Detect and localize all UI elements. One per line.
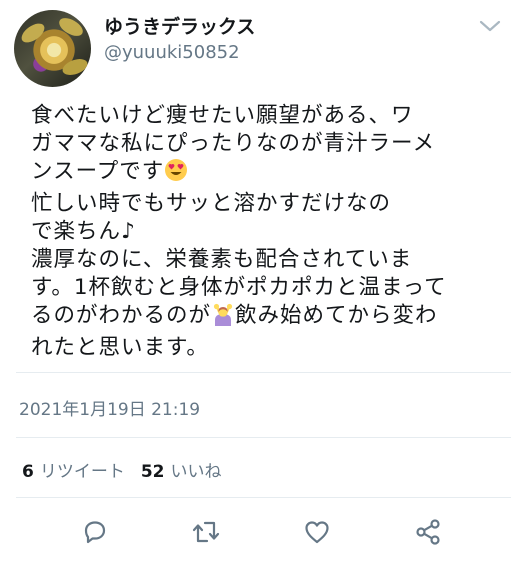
reply-icon[interactable] xyxy=(75,512,115,552)
text-line: 忙しい時でもサッと溶かすだけなの xyxy=(31,191,392,216)
text-line: 濃厚なのに、栄養素も配合されていま xyxy=(31,247,413,272)
engagement-stats: 6 リツイート 52 いいね xyxy=(22,457,222,482)
text-line: で楽ちん♪ xyxy=(31,219,136,244)
like-label: いいね xyxy=(170,462,222,482)
heart-eyes-emoji-icon xyxy=(164,158,188,190)
retweet-icon[interactable] xyxy=(186,512,226,552)
retweet-stat[interactable]: 6 リツイート xyxy=(22,462,125,482)
person-gesturing-ok-emoji-icon xyxy=(211,302,235,334)
retweet-label: リツイート xyxy=(39,462,125,482)
display-name[interactable]: ゆうきデラックス xyxy=(104,12,255,39)
divider xyxy=(16,372,511,373)
like-count: 52 xyxy=(140,462,165,482)
text-line: す。1杯飲むと身体がポカポカと温まって xyxy=(31,275,447,300)
chevron-down-icon[interactable] xyxy=(478,16,502,36)
text-line: るのがわかるのが xyxy=(31,303,212,328)
share-icon[interactable] xyxy=(408,512,448,552)
text-line: 飲み始めてから変わ xyxy=(235,303,438,328)
divider xyxy=(16,437,511,438)
text-line: ンスープです xyxy=(31,159,165,184)
text-line: ガママな私にぴったりなのが青汁ラーメ xyxy=(31,131,436,156)
text-line: 食べたいけど痩せたい願望がある、ワ xyxy=(31,103,414,128)
like-icon[interactable] xyxy=(297,512,337,552)
tweet-header: ゆうきデラックス @yuuuki50852 xyxy=(0,0,527,96)
avatar[interactable] xyxy=(14,10,91,87)
like-stat[interactable]: 52 いいね xyxy=(141,462,222,482)
text-line: れたと思います。 xyxy=(31,335,209,360)
tweet-text: 食べたいけど痩せたい願望がある、ワ ガママな私にぴったりなのが青汁ラーメ ンスー… xyxy=(31,102,501,362)
divider xyxy=(16,497,511,498)
user-handle[interactable]: @yuuuki50852 xyxy=(104,42,240,63)
tweet-timestamp[interactable]: 2021年1月19日 21:19 xyxy=(19,395,200,420)
retweet-count: 6 xyxy=(22,462,34,482)
